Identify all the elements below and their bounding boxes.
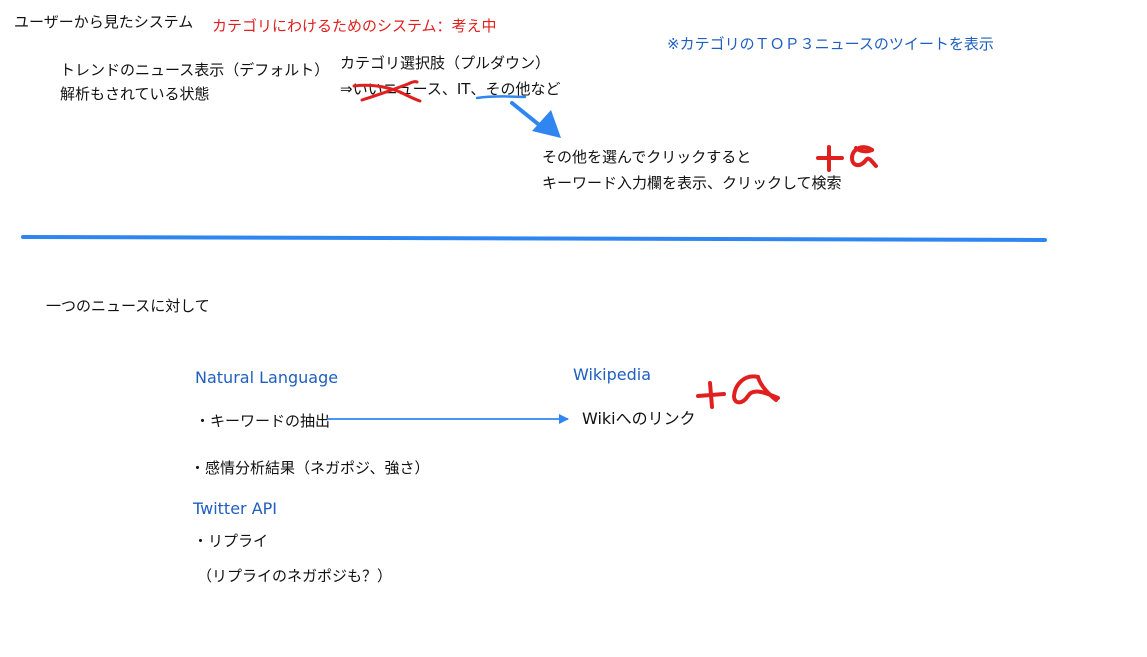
annotation-layer (21, 80, 1047, 424)
plus-alpha-mark-top (816, 145, 878, 172)
section-divider (21, 235, 1047, 242)
plus-alpha-mark-bottom (696, 374, 780, 409)
other-underline (475, 95, 527, 100)
